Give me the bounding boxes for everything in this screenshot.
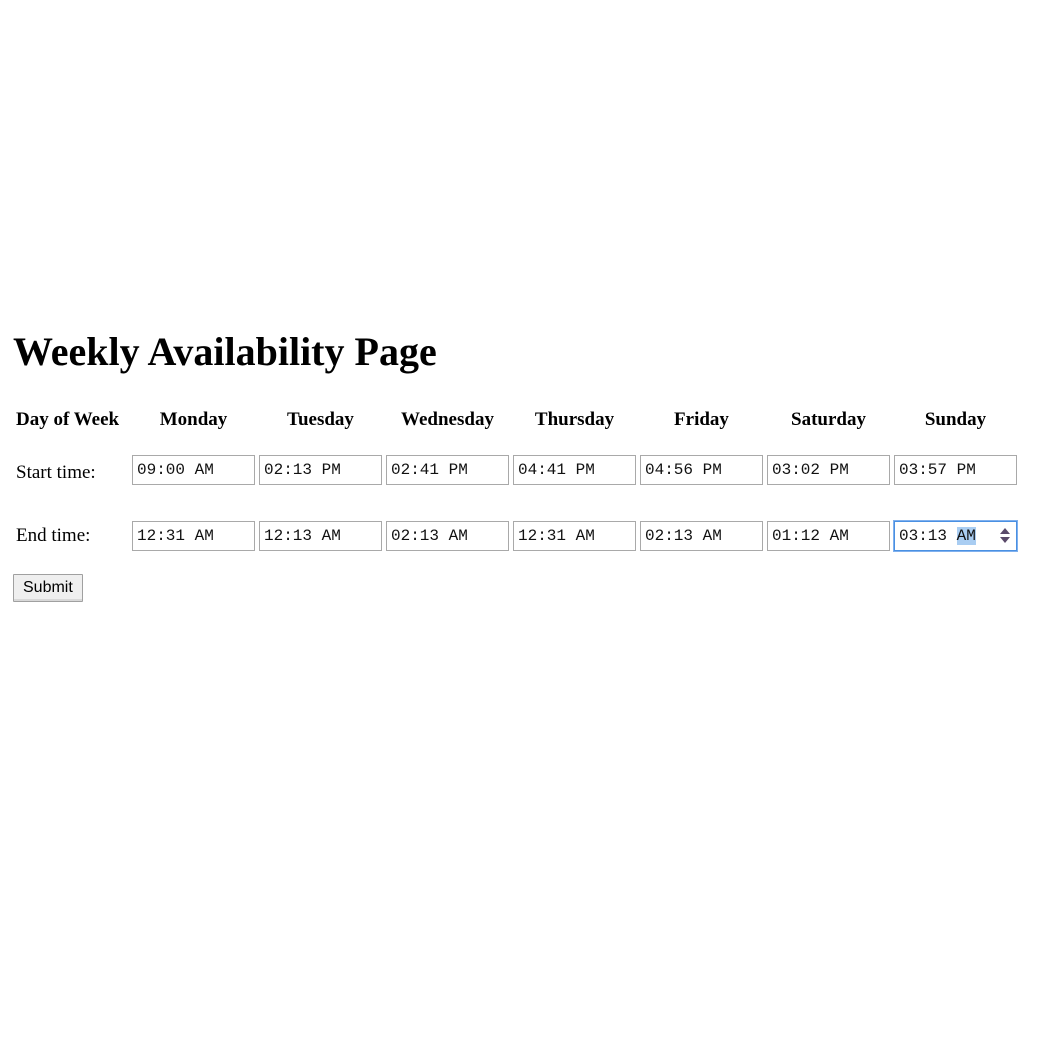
availability-form: Day of Week Monday Tuesday Wednesday Thu…: [13, 400, 1028, 602]
end-time-label: End time:: [16, 525, 91, 546]
end-cell-friday: 02:13 AM: [638, 510, 765, 562]
end-time-tuesday-input[interactable]: 12:13 AM: [259, 521, 382, 551]
start-time-label: Start time:: [16, 461, 96, 483]
spin-down-arrow-icon[interactable]: [1000, 537, 1010, 543]
start-time-friday-input[interactable]: 04:56 PM: [640, 455, 763, 485]
start-time-monday-input[interactable]: 09:00 AM: [132, 455, 255, 485]
start-time-saturday-input[interactable]: 03:02 PM: [767, 455, 890, 485]
day-header-tuesday: Tuesday: [287, 409, 354, 430]
table-header-row: Day of Week Monday Tuesday Wednesday Thu…: [13, 400, 1019, 440]
start-cell-friday: 04:56 PM: [638, 440, 765, 500]
spacer-cell: [13, 500, 1019, 510]
end-time-saturday-input[interactable]: 01:12 AM: [767, 521, 890, 551]
start-cell-wednesday: 02:41 PM: [384, 440, 511, 500]
end-cell-tuesday: 12:13 AM: [257, 510, 384, 562]
page-title: Weekly Availability Page: [13, 329, 437, 374]
end-time-thursday-input[interactable]: 12:31 AM: [513, 521, 636, 551]
day-header-sunday: Sunday: [924, 409, 987, 430]
start-cell-thursday: 04:41 PM: [511, 440, 638, 500]
end-cell-sunday: 03:13 AM: [892, 510, 1019, 562]
availability-page: Weekly Availability Page Day of Week Mon…: [13, 326, 1028, 602]
start-cell-tuesday: 02:13 PM: [257, 440, 384, 500]
time-spinner-icon[interactable]: [998, 526, 1012, 546]
end-cell-wednesday: 02:13 AM: [384, 510, 511, 562]
end-time-sunday-time-part[interactable]: 03:13: [899, 527, 947, 545]
day-header-thursday: Thursday: [534, 409, 615, 430]
day-header-saturday: Saturday: [791, 409, 866, 430]
end-time-monday-input[interactable]: 12:31 AM: [132, 521, 255, 551]
start-cell-saturday: 03:02 PM: [765, 440, 892, 500]
end-time-sunday-ampm-segment[interactable]: AM: [956, 527, 976, 545]
end-time-wednesday-input[interactable]: 02:13 AM: [386, 521, 509, 551]
end-time-sunday-input[interactable]: 03:13 AM: [894, 521, 1017, 551]
end-cell-thursday: 12:31 AM: [511, 510, 638, 562]
submit-button[interactable]: Submit: [13, 574, 83, 602]
day-header-monday: Monday: [159, 409, 228, 430]
start-time-tuesday-input[interactable]: 02:13 PM: [259, 455, 382, 485]
start-cell-monday: 09:00 AM: [130, 440, 257, 500]
spin-up-arrow-icon[interactable]: [1000, 528, 1010, 534]
availability-table: Day of Week Monday Tuesday Wednesday Thu…: [13, 400, 1019, 562]
start-time-sunday-input[interactable]: 03:57 PM: [894, 455, 1017, 485]
day-header-wednesday: Wednesday: [401, 409, 494, 430]
day-of-week-header: Day of Week: [16, 409, 120, 430]
row-spacer: [13, 500, 1019, 510]
start-cell-sunday: 03:57 PM: [892, 440, 1019, 500]
end-cell-saturday: 01:12 AM: [765, 510, 892, 562]
start-time-wednesday-input[interactable]: 02:41 PM: [386, 455, 509, 485]
start-time-thursday-input[interactable]: 04:41 PM: [513, 455, 636, 485]
end-time-friday-input[interactable]: 02:13 AM: [640, 521, 763, 551]
day-header-friday: Friday: [674, 409, 729, 430]
end-cell-monday: 12:31 AM: [130, 510, 257, 562]
start-time-row: Start time: 09:00 AM 02:13 PM 02:41 PM 0…: [13, 440, 1019, 500]
end-time-row: End time: 12:31 AM 12:13 AM 02:13 AM 12:…: [13, 510, 1019, 562]
